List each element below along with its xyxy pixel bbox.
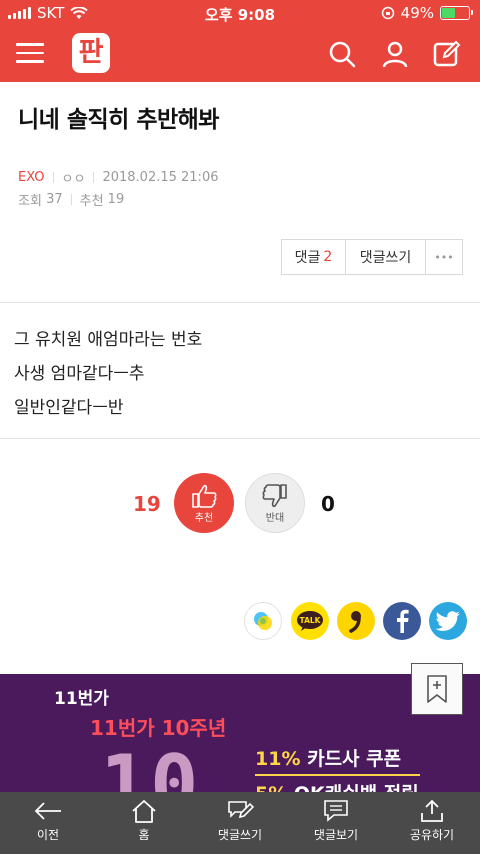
back-arrow-icon	[34, 802, 61, 820]
more-button[interactable]: •••	[426, 240, 462, 274]
nav-write-comment[interactable]: 댓글쓰기	[192, 792, 288, 854]
oppose-vote-count: 0	[321, 492, 335, 516]
recommend-button[interactable]: 추천	[174, 473, 234, 533]
article-body: 그 유치원 애엄마라는 번호 사생 엄마같다ㅡ추 일반인같다ㅡ반	[14, 323, 202, 425]
recommend-button-label: 추천	[194, 512, 214, 524]
talk-label: TALK	[300, 616, 322, 625]
category-link[interactable]: EXO	[18, 170, 45, 185]
nav-home[interactable]: 홈	[96, 792, 192, 854]
write-icon[interactable]	[432, 39, 462, 69]
coupon-percent: 11%	[255, 748, 301, 770]
banner-brand: 11번가	[54, 689, 109, 709]
status-bar: SKT 오후 9:08 49%	[0, 0, 480, 26]
article-title: 니네 솔직히 추반해봐	[18, 107, 219, 133]
recommend-count: 19	[107, 192, 125, 207]
banner-headline: 11번가 10주년	[90, 716, 227, 740]
pann-logo[interactable]: 판	[72, 33, 110, 73]
nav-home-label: 홈	[138, 828, 150, 842]
banner-big-number: 10	[100, 738, 201, 792]
kakao-channel-share-icon[interactable]	[337, 602, 375, 640]
divider	[0, 302, 480, 303]
share-icon	[421, 799, 443, 822]
nav-view-comment[interactable]: 댓글보기	[288, 792, 384, 854]
app-header: 판	[0, 26, 480, 82]
cashback-percent: 5%	[255, 783, 287, 792]
body-line: 일반인같다ㅡ반	[14, 398, 124, 418]
bottom-nav: 이전 홈 댓글쓰기 댓글보기 공유하기	[0, 792, 480, 854]
ad-banner[interactable]: 11번가 11번가 10주년 10 11% 카드사 쿠폰 5% OK캐쉬백 적립	[0, 674, 480, 792]
nav-share[interactable]: 공유하기	[384, 792, 480, 854]
banner-promo-cashback: 5% OK캐쉬백 적립	[255, 779, 419, 792]
thumbs-down-icon	[262, 483, 287, 507]
oppose-button-label: 반대	[265, 512, 285, 524]
coupon-text: 카드사 쿠폰	[300, 748, 402, 770]
recommend-vote-count: 19	[133, 492, 161, 516]
divider	[0, 438, 480, 439]
views-label: 조회	[18, 194, 42, 209]
write-comment-icon	[228, 801, 254, 819]
nav-back[interactable]: 이전	[0, 792, 96, 854]
author-name: ㅇㅇ	[61, 172, 86, 187]
battery-percent: 49%	[400, 4, 434, 22]
comment-label: 댓글	[294, 250, 321, 266]
thumbs-up-icon	[192, 484, 217, 508]
nav-write-comment-label: 댓글쓰기	[217, 828, 263, 842]
comment-button[interactable]: 댓글 2	[282, 240, 346, 274]
banner-underline	[255, 774, 420, 776]
rotation-lock-icon	[381, 6, 394, 20]
comment-count: 2	[323, 249, 333, 265]
kakao-story-share-icon[interactable]	[244, 602, 282, 640]
home-icon	[132, 800, 156, 823]
twitter-share-icon[interactable]	[429, 602, 467, 640]
menu-icon[interactable]	[16, 43, 44, 65]
search-icon[interactable]	[327, 39, 357, 69]
bookmark-button[interactable]	[411, 663, 463, 715]
post-date: 2018.02.15 21:06	[102, 170, 219, 185]
bookmark-add-icon	[427, 675, 447, 703]
body-line: 그 유치원 애엄마라는 번호	[14, 330, 203, 350]
kakaotalk-share-icon[interactable]: TALK	[291, 602, 329, 640]
views-count: 37	[46, 192, 63, 207]
recommend-label: 추천	[79, 194, 104, 209]
cashback-text: OK캐쉬백 적립	[287, 783, 419, 792]
vote-section: 19 추천 반대 0	[0, 470, 480, 540]
body-line: 사생 엄마같다ㅡ추	[14, 364, 145, 384]
banner-promo-coupon: 11% 카드사 쿠폰	[255, 744, 401, 771]
write-comment-button[interactable]: 댓글쓰기	[346, 240, 426, 274]
user-icon[interactable]	[380, 39, 410, 69]
nav-share-label: 공유하기	[409, 828, 455, 842]
article-stats: 조회 37 추천 19	[18, 190, 124, 209]
battery-icon	[440, 6, 473, 20]
nav-view-comment-label: 댓글보기	[313, 828, 359, 842]
view-comment-icon	[324, 800, 348, 822]
oppose-button[interactable]: 반대	[245, 473, 305, 533]
article-meta: EXO ㅇㅇ 2018.02.15 21:06	[18, 168, 218, 187]
article-actions: 댓글 2 댓글쓰기 •••	[281, 239, 463, 275]
nav-back-label: 이전	[36, 828, 60, 842]
facebook-share-icon[interactable]	[383, 602, 421, 640]
